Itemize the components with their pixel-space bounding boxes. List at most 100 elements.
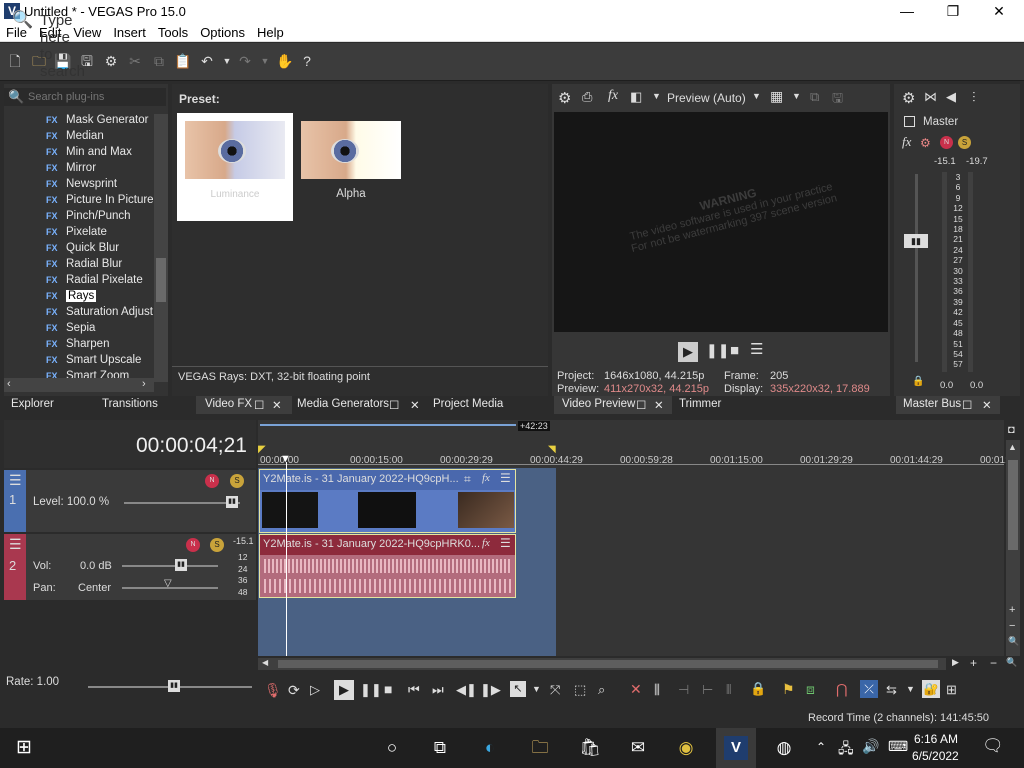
fx-icon[interactable]: fx <box>608 88 618 104</box>
scroll-thumb[interactable] <box>278 660 938 668</box>
lock-icon[interactable]: 🔐 <box>922 680 940 698</box>
tab-explorer[interactable]: Explorer <box>11 398 54 414</box>
playhead-line[interactable] <box>286 462 287 656</box>
snapping-magnet-icon[interactable]: ⋂ <box>836 681 847 698</box>
tab-restore-icon[interactable]: ☐ <box>254 398 264 414</box>
lock-icon[interactable]: 🔒 <box>912 376 924 387</box>
envelope-tool-icon[interactable]: ⤧ <box>550 682 560 698</box>
play-from-start-icon[interactable]: ▷ <box>310 682 320 698</box>
fx-item[interactable]: FX Newsprint <box>46 178 117 194</box>
clip-menu-icon[interactable]: ☰ <box>500 536 511 550</box>
task-view-icon[interactable]: ⧉ <box>426 736 454 760</box>
tab-restore-icon[interactable]: ☐ <box>962 398 972 414</box>
fx-item[interactable]: FX Mask Generator <box>46 114 148 130</box>
fx-item[interactable]: FX Saturation Adjust <box>46 306 153 322</box>
preview-menu-icon[interactable]: ☰ <box>750 340 763 358</box>
fx-item[interactable]: FX Radial Blur <box>46 258 122 274</box>
close-button[interactable]: ✕ <box>976 0 1022 22</box>
fx-icon[interactable]: fx <box>482 472 490 484</box>
vol-slider-thumb[interactable]: ▮▮ <box>175 559 187 571</box>
automation-icon[interactable]: N <box>205 474 219 488</box>
vegas-taskbar-icon[interactable]: V <box>724 736 748 760</box>
timeline-marker-icon[interactable]: ◘ <box>1008 424 1015 436</box>
automation-icon[interactable]: N <box>940 136 953 149</box>
redo-dropdown-icon[interactable]: ▼ <box>256 52 274 70</box>
audio-track-header[interactable]: ☰ 2 N S -15.1 Vol: 0.0 dB ▮▮ Pan: Center… <box>4 534 256 600</box>
save-snapshot-icon[interactable]: 🖫 <box>832 89 843 111</box>
fx-item[interactable]: FX Quick Blur <box>46 242 119 258</box>
fx-item-selected[interactable]: FX Rays <box>46 290 97 306</box>
edge-icon[interactable]: ◐ <box>476 736 504 760</box>
video-track-header[interactable]: ☰ 1 N S Level: 100.0 % ▮▮ <box>4 470 256 532</box>
audio-clip[interactable]: Y2Mate.is - 31 January 2022-HQ9cpHRK0...… <box>259 534 516 598</box>
cortana-icon[interactable]: ○ <box>378 736 406 760</box>
split-screen-icon[interactable]: ◧ <box>630 89 642 105</box>
scroll-up-icon[interactable]: ▲ <box>1008 442 1017 452</box>
h-zoom-magnify-icon[interactable]: 🔍 <box>1006 657 1017 668</box>
loop-playback-icon[interactable]: ⟳ <box>288 682 300 699</box>
whats-this-help-icon[interactable]: ? <box>298 52 316 70</box>
network-icon[interactable]: 🖧 <box>838 738 854 762</box>
scroll-thumb[interactable] <box>1008 460 1018 550</box>
tab-video-fx[interactable]: Video FX <box>205 398 252 414</box>
playhead-marker-icon[interactable]: ▼ <box>280 453 291 465</box>
preview-device-icon[interactable]: ⎙ <box>582 89 592 105</box>
new-file-icon[interactable]: 🗋 <box>6 52 24 70</box>
region-icon[interactable]: ⧈ <box>806 681 815 698</box>
edit-tool-dropdown-icon[interactable]: ▼ <box>532 684 541 694</box>
plugin-list-scrollbar[interactable] <box>154 114 168 382</box>
video-clip[interactable]: Y2Mate.is - 31 January 2022-HQ9cpH... ⌗ … <box>259 469 516 533</box>
tab-restore-icon[interactable]: ☐ <box>636 398 646 414</box>
ignore-grouping-icon[interactable]: ⊞ <box>946 682 957 698</box>
settings-gear-icon[interactable]: ⚙ <box>102 52 120 70</box>
split-dropdown-icon[interactable]: ▼ <box>652 91 661 101</box>
zoom-tool-icon[interactable]: ⌕ <box>598 682 605 698</box>
track-menu-icon[interactable]: ☰ <box>9 536 22 553</box>
file-explorer-icon[interactable]: 🗀 <box>526 736 554 760</box>
mail-icon[interactable]: ✉ <box>624 736 652 760</box>
keyboard-icon[interactable]: ⌨ <box>888 738 908 755</box>
preset-alpha[interactable] <box>301 121 401 179</box>
scroll-thumb[interactable] <box>156 258 166 302</box>
cut-icon[interactable]: ✂ <box>126 52 144 70</box>
hand-tool-icon[interactable]: ✋ <box>276 52 294 70</box>
delete-icon[interactable]: ✕ <box>630 681 642 698</box>
preview-settings-icon[interactable]: ⚙ <box>558 89 571 107</box>
scroll-right-icon[interactable]: › <box>142 378 146 390</box>
store-icon[interactable]: 🛍 <box>576 736 604 760</box>
split-icon[interactable]: ⫴ <box>726 682 731 698</box>
windows-start-icon[interactable]: ⊞ <box>10 736 38 760</box>
menu-options[interactable]: Options <box>194 22 251 40</box>
tab-close-icon[interactable]: ✕ <box>654 398 664 414</box>
tab-video-preview[interactable]: Video Preview <box>562 398 635 414</box>
fx-icon[interactable]: fx <box>482 537 490 549</box>
preview-stop-button[interactable]: ■ <box>730 342 739 359</box>
clip-menu-icon[interactable]: ☰ <box>500 471 511 485</box>
play-button[interactable]: ▶ <box>334 680 354 700</box>
ripple-edit-icon[interactable]: ⇆ <box>886 682 897 698</box>
timeline-hscrollbar[interactable]: ◀ <box>258 658 946 670</box>
tab-master-bus[interactable]: Master Bus <box>903 398 961 414</box>
plugin-search[interactable]: 🔍 <box>4 88 166 106</box>
tab-close-icon[interactable]: ✕ <box>410 398 420 414</box>
pan-slider-thumb[interactable]: ▽ <box>164 578 172 589</box>
menu-insert[interactable]: Insert <box>107 22 152 40</box>
next-frame-icon[interactable]: ❚▶ <box>480 682 501 698</box>
menu-help[interactable]: Help <box>251 22 290 40</box>
automation-icon[interactable]: N <box>186 538 200 552</box>
redo-icon[interactable]: ↷ <box>236 52 254 70</box>
fx-item[interactable]: FX Median <box>46 130 104 146</box>
pause-button[interactable]: ❚❚ <box>360 682 382 698</box>
fx-item[interactable]: FX Smart Upscale <box>46 354 141 370</box>
minimize-button[interactable]: — <box>884 0 930 22</box>
preview-quality-select[interactable]: Preview (Auto) <box>667 91 746 105</box>
fx-item[interactable]: FX Smart Zoom <box>46 370 129 378</box>
scroll-left-icon[interactable]: ◀ <box>262 658 268 667</box>
ripple-dropdown-icon[interactable]: ▼ <box>906 684 915 694</box>
fx-item[interactable]: FX Picture In Picture <box>46 194 154 210</box>
grid-overlay-icon[interactable]: ▦ <box>770 88 783 105</box>
selection-tool-icon[interactable]: ⬚ <box>574 682 586 698</box>
fx-item[interactable]: FX Pixelate <box>46 226 107 242</box>
volume-icon[interactable]: 🔊 <box>862 738 879 755</box>
level-slider-thumb[interactable]: ▮▮ <box>226 496 238 508</box>
